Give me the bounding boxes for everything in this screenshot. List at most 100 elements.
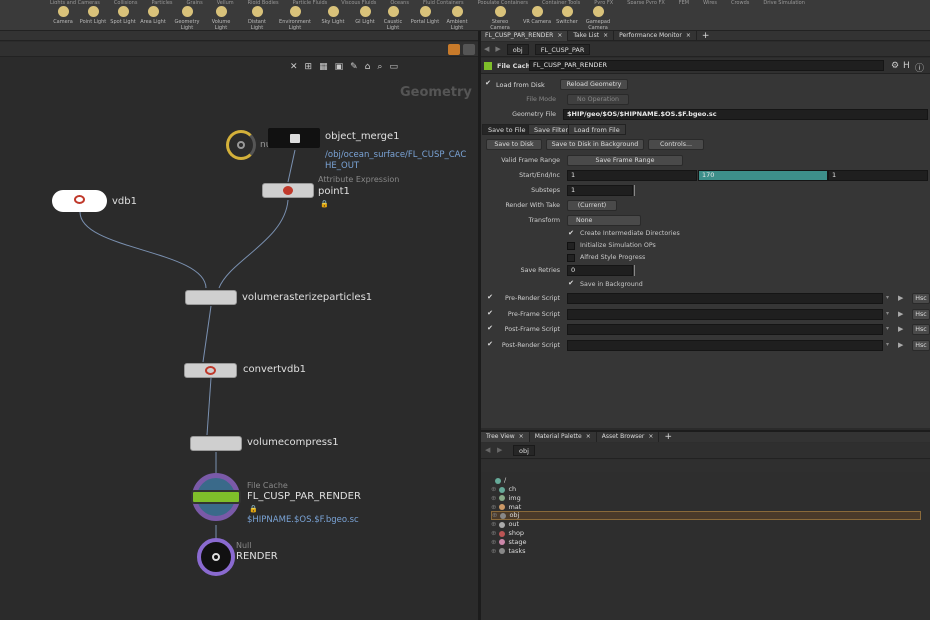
save-background-button[interactable]: Save to Disk in Background	[546, 139, 644, 150]
volumecompress-node[interactable]	[190, 436, 242, 451]
breadcrumb-node[interactable]: FL_CUSP_PAR	[534, 43, 591, 55]
script-language-select[interactable]: Hsc	[912, 324, 930, 335]
expand-icon[interactable]: ⊕	[491, 485, 496, 494]
volumerasterize-node[interactable]	[185, 290, 237, 305]
expand-icon[interactable]: ⊕	[491, 529, 496, 538]
add-tab-icon[interactable]: +	[697, 31, 715, 41]
tree-item-img[interactable]: ⊕ img	[491, 494, 921, 503]
tab-asset-browser[interactable]: Asset Browser ×	[597, 432, 660, 442]
script-enable-checkbox[interactable]: ✔	[486, 294, 494, 302]
file-chooser-icon[interactable]: ▶	[898, 341, 903, 349]
tree-item-obj[interactable]: ⊕ obj	[491, 511, 921, 521]
shelf-tool-switcher[interactable]: Switcher	[552, 6, 582, 25]
file-chooser-icon[interactable]: ▶	[898, 294, 903, 302]
script-enable-checkbox[interactable]: ✔	[486, 309, 494, 318]
back-icon[interactable]: ◀	[485, 446, 490, 454]
script-field[interactable]	[567, 308, 883, 320]
save-to-disk-button[interactable]: Save to Disk	[486, 139, 542, 150]
shelf-tool-gamepad-camera[interactable]: Gamepad Camera	[583, 6, 613, 31]
forward-icon[interactable]: ▶	[495, 45, 500, 53]
shelf-tab[interactable]: Container Tools	[542, 0, 580, 4]
controls-button[interactable]: Controls...	[648, 139, 704, 150]
file-chooser-icon[interactable]: ▶	[898, 310, 903, 318]
point-node[interactable]	[262, 183, 314, 198]
object-merge-node[interactable]	[268, 128, 320, 148]
create-dirs-checkbox[interactable]: ✔	[567, 230, 575, 238]
tree-breadcrumb[interactable]: obj	[513, 445, 535, 456]
load-from-disk-checkbox[interactable]: ✔	[484, 80, 492, 88]
close-icon[interactable]: ×	[648, 432, 653, 442]
tree-item-ch[interactable]: ⊕ ch	[491, 485, 921, 494]
script-enable-checkbox[interactable]: ✔	[486, 340, 494, 349]
forward-icon[interactable]: ▶	[497, 446, 502, 454]
breadcrumb-context[interactable]: obj	[506, 43, 529, 55]
back-icon[interactable]: ◀	[484, 45, 489, 53]
tree-item-mat[interactable]: ⊕ mat	[491, 503, 921, 512]
expand-icon[interactable]: ⊕	[491, 538, 496, 547]
tree-item-out[interactable]: ⊕ out	[491, 520, 921, 529]
substeps-field[interactable]: 1	[567, 185, 633, 196]
transform-select[interactable]: None	[567, 215, 641, 226]
tab-performance-monitor[interactable]: Performance Monitor ×	[614, 30, 697, 41]
file-chooser-icon[interactable]: ▶	[898, 325, 903, 333]
expand-icon[interactable]: ⊕	[491, 520, 496, 529]
script-language-select[interactable]: Hsc	[912, 308, 930, 320]
filecache-node[interactable]	[191, 473, 241, 521]
close-icon[interactable]: ×	[586, 432, 591, 442]
save-in-background-checkbox[interactable]: ✔	[567, 280, 575, 288]
script-language-select[interactable]: Hsc	[912, 339, 930, 351]
help-icon[interactable]: H	[903, 61, 910, 71]
geometry-file-field[interactable]: $HIP/geo/$OS/$HIPNAME.$OS.$F.bgeo.sc	[563, 109, 928, 120]
alfred-checkbox[interactable]	[567, 254, 575, 262]
chevron-down-icon[interactable]: ▾	[886, 294, 889, 301]
shelf-tool-stereo-camera[interactable]: Stereo Camera	[485, 6, 515, 31]
shelf-tab[interactable]: Populate Containers	[478, 0, 528, 4]
reload-geometry-button[interactable]: Reload Geometry	[560, 79, 628, 90]
close-icon[interactable]: ×	[603, 31, 608, 41]
tree-item-stage[interactable]: ⊕ stage	[491, 538, 921, 547]
tab-node-params[interactable]: FL_CUSP_PAR_RENDER ×	[480, 30, 569, 41]
render-with-take-select[interactable]: (Current)	[567, 200, 617, 211]
expand-icon[interactable]: ⊕	[491, 503, 496, 512]
chevron-down-icon[interactable]: ▾	[886, 325, 889, 332]
tree-item-shop[interactable]: ⊕ shop	[491, 529, 921, 538]
script-enable-checkbox[interactable]: ✔	[486, 325, 494, 333]
chevron-down-icon[interactable]: ▾	[886, 310, 889, 317]
vdb-node[interactable]	[52, 190, 107, 212]
shelf-tab[interactable]: FEM	[679, 0, 689, 4]
file-mode-select[interactable]: No Operation	[567, 94, 629, 105]
shelf-tab[interactable]: Pyro FX	[594, 0, 613, 4]
shelf-tab[interactable]: Sparse Pyro FX	[627, 0, 665, 4]
add-tab-icon[interactable]: +	[659, 432, 677, 442]
gear-icon[interactable]: ⚙	[891, 61, 899, 71]
close-icon[interactable]: ×	[686, 31, 691, 41]
expand-icon[interactable]: ⊕	[491, 547, 496, 556]
start-field[interactable]: 1	[567, 170, 697, 181]
inc-field[interactable]: 1	[828, 170, 928, 181]
tab-take-list[interactable]: Take List ×	[568, 30, 615, 41]
script-field[interactable]	[567, 324, 883, 335]
tree-item-tasks[interactable]: ⊕ tasks	[491, 547, 921, 556]
chevron-down-icon[interactable]: ▾	[886, 341, 889, 348]
shelf-tool-vr-camera[interactable]: VR Camera	[522, 6, 552, 25]
script-field[interactable]	[567, 339, 883, 351]
info-icon[interactable]: ⓘ	[915, 61, 924, 74]
shelf-tab[interactable]: Crowds	[731, 0, 749, 4]
save-retries-slider[interactable]	[634, 265, 635, 276]
script-field[interactable]	[567, 293, 883, 304]
node-name-field[interactable]: FL_CUSP_PAR_RENDER	[529, 60, 884, 71]
tab-tree-view[interactable]: Tree View ×	[481, 432, 530, 442]
tree-root[interactable]: /	[495, 476, 925, 485]
init-sim-checkbox[interactable]	[567, 242, 575, 250]
convertvdb-node[interactable]	[184, 363, 237, 378]
tab-save-to-file[interactable]: Save to File	[482, 124, 532, 135]
close-icon[interactable]: ×	[557, 31, 562, 41]
expand-icon[interactable]: ⊕	[492, 511, 497, 520]
null-node-partial[interactable]	[226, 130, 256, 160]
valid-frame-range-select[interactable]: Save Frame Range	[567, 155, 683, 166]
tab-material-palette[interactable]: Material Palette ×	[530, 432, 597, 442]
render-null-node[interactable]	[197, 538, 235, 576]
expand-icon[interactable]: ⊕	[491, 494, 496, 503]
tab-load-from-file[interactable]: Load from File	[568, 124, 626, 135]
shelf-tab[interactable]: Wires	[703, 0, 717, 4]
